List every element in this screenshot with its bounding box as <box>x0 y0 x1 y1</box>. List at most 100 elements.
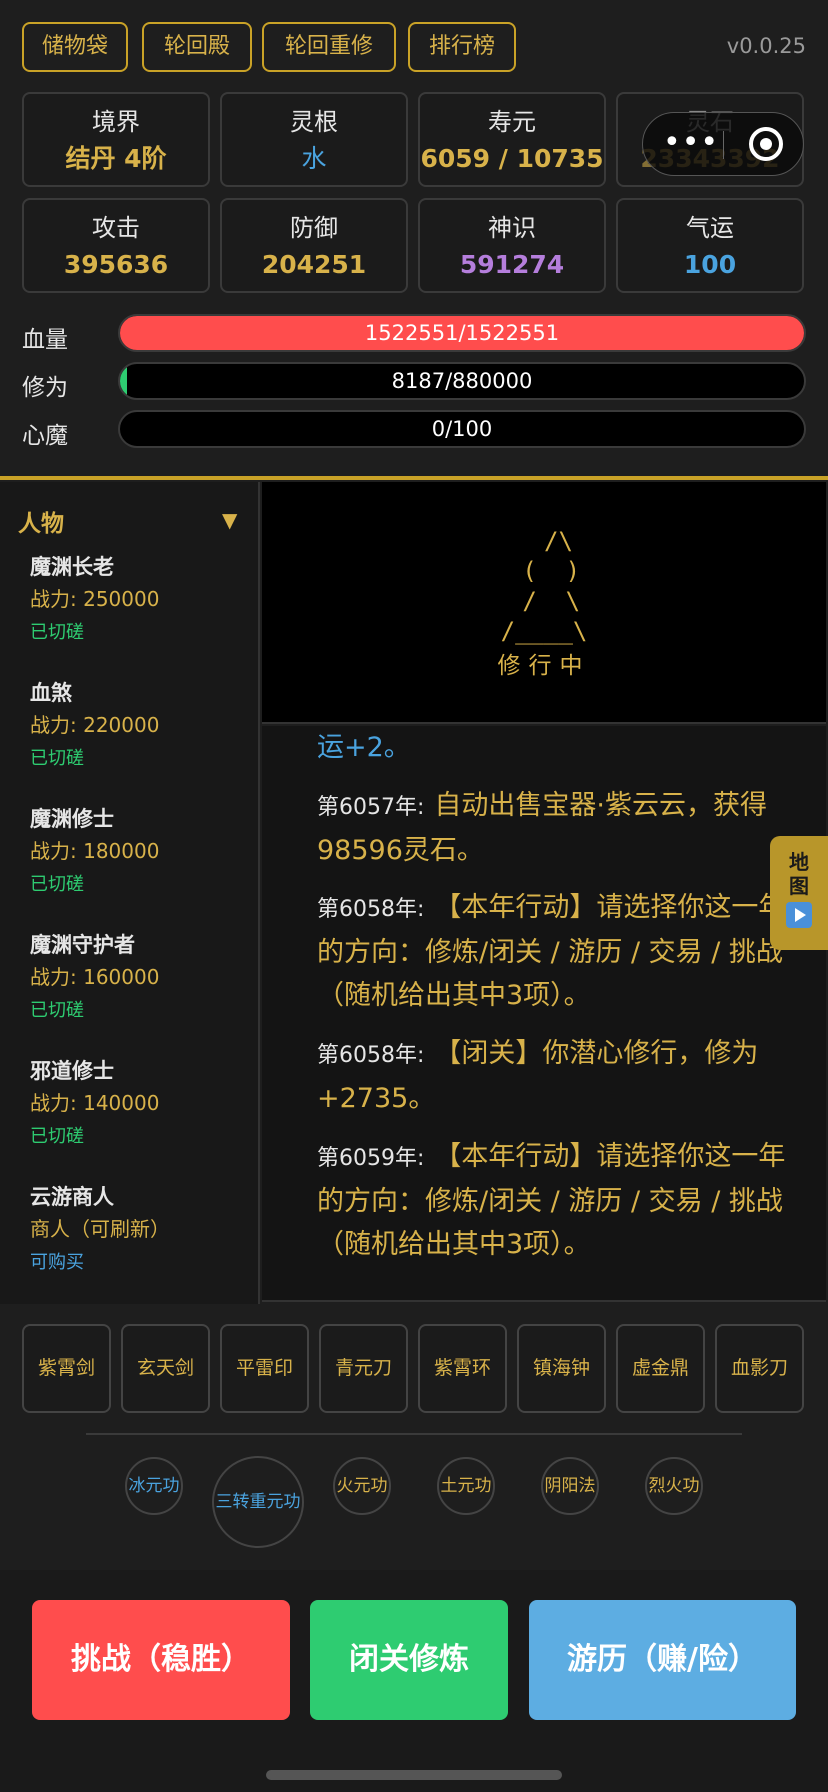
npc-item[interactable]: 魔渊修士 战力: 180000 已切磋 <box>30 804 250 902</box>
stat-label: 神识 <box>488 214 536 242</box>
divider-line <box>0 476 828 480</box>
npc-name: 血煞 <box>30 681 72 705</box>
skill-button[interactable]: 火元功 <box>333 1457 391 1515</box>
collapse-triangle-icon[interactable]: ▼ <box>222 508 237 532</box>
stat-spirit-root: 灵根 水 <box>220 92 408 187</box>
stat-value: 水 <box>301 144 327 173</box>
log-text: 运+2。 <box>317 732 411 763</box>
people-panel-title: 人物 <box>18 511 64 537</box>
npc-name: 魔渊修士 <box>30 807 114 831</box>
treasure-button[interactable]: 青元刀 <box>319 1324 408 1413</box>
travel-button[interactable]: 游历（赚/险） <box>529 1600 796 1720</box>
log-year: 第6058年: <box>317 897 425 922</box>
hp-bar: 1522551/1522551 <box>118 314 806 352</box>
npc-power: 战力: 160000 <box>30 965 160 989</box>
skill-button[interactable]: 阴阳法 <box>541 1457 599 1515</box>
stat-realm: 境界 结丹 4阶 <box>22 92 210 187</box>
npc-power: 战力: 140000 <box>30 1091 160 1115</box>
map-tab-button[interactable]: 地图 <box>770 836 828 950</box>
treasure-button[interactable]: 镇海钟 <box>517 1324 606 1413</box>
stat-divine-sense: 神识 591274 <box>418 198 606 293</box>
skills-separator <box>86 1433 742 1435</box>
leaderboard-button[interactable]: 排行榜 <box>408 22 516 72</box>
npc-item[interactable]: 云游商人 商人（可刷新） 可购买 <box>30 1182 250 1280</box>
log-entry: 第6058年: 【闭关】你潜心修行，修为+2735。 <box>317 1032 812 1120</box>
ascii-art: /\ ( ) / \ /____\ <box>500 527 588 645</box>
play-icon <box>786 902 812 928</box>
skill-button[interactable]: 烈火功 <box>645 1457 703 1515</box>
stat-value: 结丹 4阶 <box>65 144 167 173</box>
skill-button[interactable]: 冰元功 <box>125 1457 183 1515</box>
treasure-button[interactable]: 血影刀 <box>715 1324 804 1413</box>
storage-bag-button[interactable]: 储物袋 <box>22 22 128 72</box>
ascii-caption: 修行中 <box>497 653 591 679</box>
heart-demon-bar-text: 0/100 <box>431 417 493 441</box>
reincarnation-reset-button[interactable]: 轮回重修 <box>262 22 396 72</box>
home-indicator[interactable] <box>266 1770 562 1780</box>
treasure-button[interactable]: 紫霄环 <box>418 1324 507 1413</box>
npc-item[interactable]: 邪道修士 战力: 140000 已切磋 <box>30 1056 250 1154</box>
action-bar: 挑战（稳胜） 闭关修炼 游历（赚/险） <box>0 1570 828 1792</box>
npc-status: 已切磋 <box>30 748 84 769</box>
miniprogram-capsule: ••• <box>642 112 804 176</box>
stat-fortune: 气运 100 <box>616 198 804 293</box>
npc-name: 云游商人 <box>30 1185 114 1209</box>
npc-status: 已切磋 <box>30 1000 84 1021</box>
log-year: 第6059年: <box>317 1146 425 1171</box>
npc-status: 已切磋 <box>30 1126 84 1147</box>
stat-label: 攻击 <box>92 214 140 242</box>
hp-label: 血量 <box>22 327 68 353</box>
cultivation-label: 修为 <box>22 375 68 401</box>
npc-item[interactable]: 魔渊长老 战力: 250000 已切磋 <box>30 552 250 650</box>
npc-power: 战力: 180000 <box>30 839 160 863</box>
stat-value: 204251 <box>261 250 367 279</box>
cultivation-art-panel: /\ ( ) / \ /____\ 修行中 <box>262 482 826 724</box>
npc-power: 战力: 250000 <box>30 587 160 611</box>
heart-demon-bar: 0/100 <box>118 410 806 448</box>
log-entry: 第6059年: 【本年行动】请选择你这一年的方向：修炼/闭关 / 游历 / 交易 … <box>317 1135 812 1266</box>
stat-value: 100 <box>683 250 737 279</box>
challenge-button[interactable]: 挑战（稳胜） <box>32 1600 290 1720</box>
npc-power: 商人（可刷新） <box>30 1217 170 1241</box>
more-icon[interactable]: ••• <box>663 128 719 158</box>
cultivation-bar-text: 8187/880000 <box>391 369 533 393</box>
stat-value: 6059 / 10735 <box>420 144 604 173</box>
log-year: 第6057年: <box>317 795 425 820</box>
event-log[interactable]: 运+2。 第6057年: 自动出售宝器·紫云云，获得98596灵石。 第6058年… <box>262 726 826 1302</box>
treasure-button[interactable]: 虚金鼎 <box>616 1324 705 1413</box>
stat-label: 境界 <box>92 108 140 136</box>
treasure-button[interactable]: 平雷印 <box>220 1324 309 1413</box>
stat-label: 寿元 <box>488 108 536 136</box>
hp-bar-text: 1522551/1522551 <box>364 321 560 345</box>
stat-label: 气运 <box>686 214 734 242</box>
npc-item[interactable]: 魔渊守护者 战力: 160000 已切磋 <box>30 930 250 1028</box>
treasure-button[interactable]: 紫霄剑 <box>22 1324 111 1413</box>
seclusion-button[interactable]: 闭关修炼 <box>310 1600 508 1720</box>
npc-name: 魔渊守护者 <box>30 933 135 957</box>
capsule-divider <box>723 131 724 159</box>
reincarnation-hall-button[interactable]: 轮回殿 <box>142 22 252 72</box>
npc-item[interactable]: 血煞 战力: 220000 已切磋 <box>30 678 250 776</box>
people-panel: 人物 ▼ 魔渊长老 战力: 250000 已切磋 血煞 战力: 220000 已… <box>0 482 260 1304</box>
stat-lifespan: 寿元 6059 / 10735 <box>418 92 606 187</box>
version-label: v0.0.25 <box>726 34 806 58</box>
log-entry: 第6057年: 自动出售宝器·紫云云，获得98596灵石。 <box>317 784 812 872</box>
stat-label: 防御 <box>290 214 338 242</box>
npc-status: 已切磋 <box>30 622 84 643</box>
stat-value: 395636 <box>63 250 169 279</box>
close-record-icon[interactable] <box>749 127 783 161</box>
log-year: 第6058年: <box>317 1043 425 1068</box>
npc-name: 邪道修士 <box>30 1059 114 1083</box>
npc-status: 可购买 <box>30 1252 84 1273</box>
map-tab-label: 地图 <box>789 850 809 898</box>
npc-power: 战力: 220000 <box>30 713 160 737</box>
log-entry: 第6058年: 【本年行动】请选择你这一年的方向：修炼/闭关 / 游历 / 交易 … <box>317 886 812 1017</box>
stat-defense: 防御 204251 <box>220 198 408 293</box>
skill-button[interactable]: 土元功 <box>437 1457 495 1515</box>
npc-name: 魔渊长老 <box>30 555 114 579</box>
treasure-button[interactable]: 玄天剑 <box>121 1324 210 1413</box>
skill-button[interactable]: 三转重元功 <box>212 1456 304 1548</box>
npc-status: 已切磋 <box>30 874 84 895</box>
heart-demon-label: 心魔 <box>22 423 68 449</box>
stat-value: 591274 <box>459 250 565 279</box>
